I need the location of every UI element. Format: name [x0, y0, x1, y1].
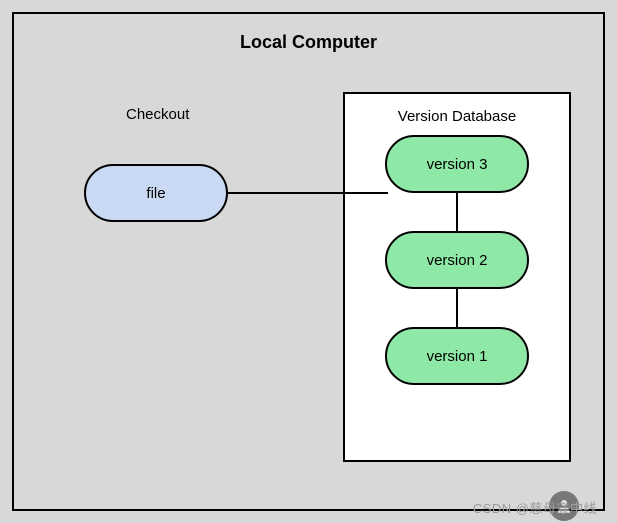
version-node-label: version 2 — [427, 252, 488, 269]
version-node-1: version 1 — [385, 327, 529, 385]
version-node-2: version 2 — [385, 231, 529, 289]
version-database-box: Version Database version 3 version 2 ver… — [343, 92, 571, 462]
edge-v2-to-v1 — [456, 289, 458, 327]
edge-v3-to-v2 — [456, 193, 458, 231]
version-database-label: Version Database — [345, 94, 569, 135]
version-node-3: version 3 — [385, 135, 529, 193]
file-node-label: file — [146, 185, 165, 202]
checkout-label: Checkout — [126, 106, 189, 123]
version-node-label: version 3 — [427, 156, 488, 173]
local-computer-box: Local Computer Checkout file Version Dat… — [12, 12, 605, 511]
version-list: version 3 version 2 version 1 — [345, 135, 569, 385]
diagram-title: Local Computer — [14, 14, 603, 53]
edge-file-to-version3 — [228, 192, 388, 194]
file-node: file — [84, 164, 228, 222]
version-node-label: version 1 — [427, 348, 488, 365]
